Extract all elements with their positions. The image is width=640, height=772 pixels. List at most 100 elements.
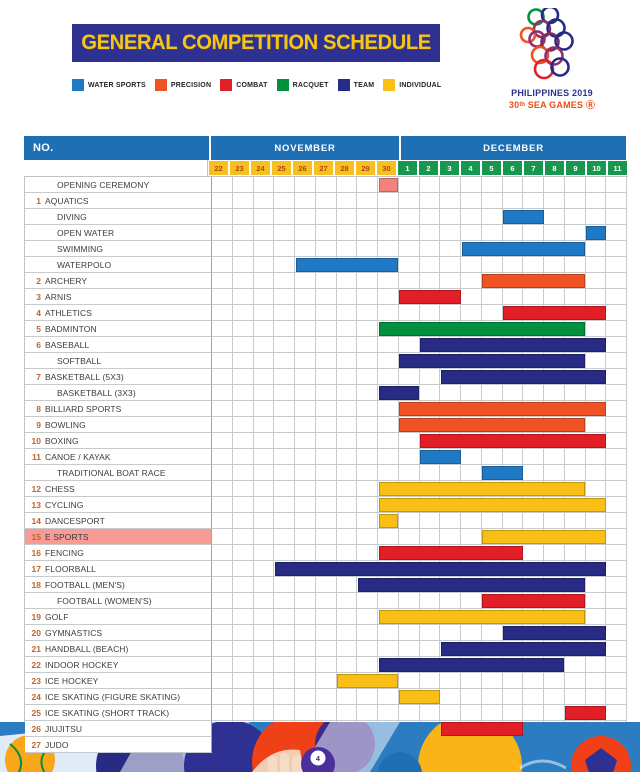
table-row[interactable]: 16 FENCING <box>25 545 628 561</box>
grid-cell[interactable] <box>232 209 254 225</box>
table-row[interactable]: TRADITIONAL BOAT RACE <box>25 465 628 481</box>
grid-cell[interactable] <box>378 625 399 641</box>
date-cell-nov-22[interactable]: 22 <box>208 160 229 176</box>
grid-cell[interactable] <box>461 625 482 641</box>
grid-cell[interactable] <box>336 513 358 529</box>
grid-cell[interactable] <box>502 385 524 401</box>
grid-cell[interactable] <box>315 545 337 561</box>
grid-cell[interactable] <box>419 673 441 689</box>
grid-cell[interactable] <box>606 417 627 433</box>
grid-cell[interactable] <box>378 337 399 353</box>
row-name-cell[interactable]: 5 BADMINTON <box>25 321 212 337</box>
grid-cell[interactable] <box>544 289 565 305</box>
grid-cell[interactable] <box>274 465 295 481</box>
grid-cell[interactable] <box>419 257 441 273</box>
schedule-bar[interactable] <box>503 306 606 320</box>
grid-cell[interactable] <box>440 529 461 545</box>
grid-cell[interactable] <box>315 401 337 417</box>
row-timeline[interactable] <box>212 385 627 401</box>
row-timeline[interactable] <box>212 673 627 689</box>
grid-cell[interactable] <box>212 545 233 561</box>
grid-cell[interactable] <box>564 673 586 689</box>
grid-cell[interactable] <box>606 289 627 305</box>
grid-cell[interactable] <box>461 529 482 545</box>
grid-cell[interactable] <box>253 689 275 705</box>
date-cell-dec-10[interactable]: 10 <box>586 160 607 176</box>
grid-cell[interactable] <box>378 449 399 465</box>
grid-cell[interactable] <box>295 609 316 625</box>
grid-cell[interactable] <box>502 193 524 209</box>
grid-cell[interactable] <box>253 433 275 449</box>
grid-cell[interactable] <box>398 433 420 449</box>
grid-cell[interactable] <box>274 273 295 289</box>
row-timeline[interactable] <box>212 481 627 497</box>
grid-cell[interactable] <box>419 273 441 289</box>
grid-cell[interactable] <box>253 529 275 545</box>
table-row[interactable]: 5 BADMINTON <box>25 321 628 337</box>
grid-cell[interactable] <box>357 625 378 641</box>
grid-cell[interactable] <box>253 561 275 577</box>
grid-cell[interactable] <box>295 433 316 449</box>
table-row[interactable]: 4 ATHLETICS <box>25 305 628 321</box>
grid-cell[interactable] <box>378 417 399 433</box>
grid-cell[interactable] <box>481 705 503 721</box>
schedule-bar[interactable] <box>378 610 585 624</box>
grid-cell[interactable] <box>523 689 544 705</box>
grid-cell[interactable] <box>274 497 295 513</box>
row-timeline[interactable] <box>212 225 627 241</box>
grid-cell[interactable] <box>440 257 461 273</box>
grid-cell[interactable] <box>274 513 295 529</box>
grid-cell[interactable] <box>336 481 358 497</box>
grid-cell[interactable] <box>544 513 565 529</box>
grid-cell[interactable] <box>253 497 275 513</box>
grid-cell[interactable] <box>212 433 233 449</box>
grid-cell[interactable] <box>212 609 233 625</box>
grid-cell[interactable] <box>461 385 482 401</box>
grid-cell[interactable] <box>461 465 482 481</box>
grid-cell[interactable] <box>419 209 441 225</box>
grid-cell[interactable] <box>378 369 399 385</box>
grid-cell[interactable] <box>461 673 482 689</box>
row-timeline[interactable] <box>212 577 627 593</box>
grid-cell[interactable] <box>419 225 441 241</box>
grid-cell[interactable] <box>212 401 233 417</box>
grid-cell[interactable] <box>253 609 275 625</box>
date-cell-nov-23[interactable]: 23 <box>229 160 250 176</box>
row-name-cell[interactable]: 6 BASEBALL <box>25 337 212 353</box>
grid-cell[interactable] <box>585 465 607 481</box>
grid-cell[interactable] <box>232 385 254 401</box>
grid-cell[interactable] <box>585 593 607 609</box>
row-name-cell[interactable]: 7 BASKETBALL (5X3) <box>25 369 212 385</box>
grid-cell[interactable] <box>253 337 275 353</box>
grid-cell[interactable] <box>336 609 358 625</box>
grid-cell[interactable] <box>440 513 461 529</box>
grid-cell[interactable] <box>398 225 420 241</box>
row-timeline[interactable] <box>212 593 627 609</box>
grid-cell[interactable] <box>274 673 295 689</box>
grid-cell[interactable] <box>274 689 295 705</box>
grid-cell[interactable] <box>585 673 607 689</box>
grid-cell[interactable] <box>481 289 503 305</box>
grid-cell[interactable] <box>295 449 316 465</box>
grid-cell[interactable] <box>440 241 461 257</box>
row-name-cell[interactable]: 20 GYMNASTICS <box>25 625 212 641</box>
grid-cell[interactable] <box>336 241 358 257</box>
grid-cell[interactable] <box>253 273 275 289</box>
grid-cell[interactable] <box>295 337 316 353</box>
grid-cell[interactable] <box>544 673 565 689</box>
row-timeline[interactable] <box>212 529 627 545</box>
grid-cell[interactable] <box>606 465 627 481</box>
grid-cell[interactable] <box>212 561 233 577</box>
date-cell-nov-30[interactable]: 30 <box>376 160 397 176</box>
grid-cell[interactable] <box>564 225 586 241</box>
grid-cell[interactable] <box>440 689 461 705</box>
grid-cell[interactable] <box>357 401 378 417</box>
grid-cell[interactable] <box>295 289 316 305</box>
grid-cell[interactable] <box>336 689 358 705</box>
schedule-bar[interactable] <box>503 626 606 640</box>
grid-cell[interactable] <box>481 673 503 689</box>
grid-cell[interactable] <box>544 225 565 241</box>
grid-cell[interactable] <box>253 401 275 417</box>
row-name-cell[interactable]: 17 FLOORBALL <box>25 561 212 577</box>
grid-cell[interactable] <box>398 257 420 273</box>
